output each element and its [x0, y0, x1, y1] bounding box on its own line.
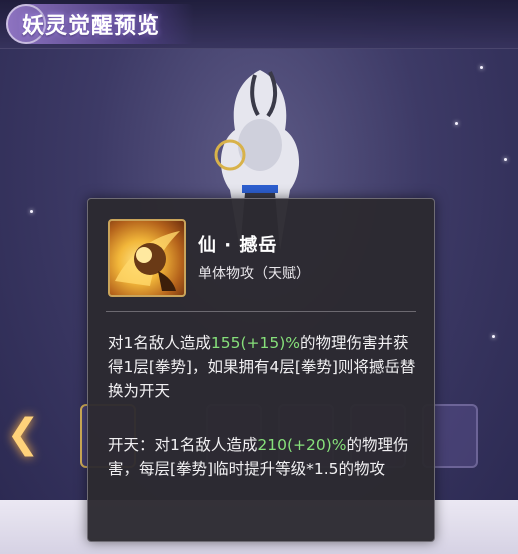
skill-tooltip: 仙 · 撼岳 单体物攻（天赋） 对1名敌人造成155(+15)%的物理伤害并获得…	[87, 198, 435, 542]
carousel-prev-arrow[interactable]: ❮	[6, 411, 40, 457]
page-title: 妖灵觉醒预览	[22, 14, 161, 39]
star-decoration	[480, 66, 483, 69]
divider	[106, 311, 416, 312]
skill-description: 对1名敌人造成155(+15)%的物理伤害并获得1层[拳势]，如果拥有4层[拳势…	[108, 331, 420, 403]
damage-value: 155(+15)%	[210, 334, 300, 352]
desc-text: 开天：对1名敌人造成	[108, 436, 258, 454]
desc-text: 对1名敌人造成	[108, 334, 211, 352]
star-decoration	[504, 158, 507, 161]
star-decoration	[30, 210, 33, 213]
skill-description-upgrade: 开天：对1名敌人造成210(+20)%的物理伤害，每层[拳势]临时提升等级*1.…	[108, 433, 420, 481]
skill-name: 仙 · 撼岳	[198, 235, 278, 256]
title-badge: 妖灵觉醒预览	[6, 4, 195, 44]
star-decoration	[492, 335, 495, 338]
skill-type: 单体物攻（天赋）	[198, 266, 310, 282]
star-decoration	[455, 122, 458, 125]
fist-strike-icon	[108, 219, 186, 297]
damage-value: 210(+20)%	[257, 436, 347, 454]
